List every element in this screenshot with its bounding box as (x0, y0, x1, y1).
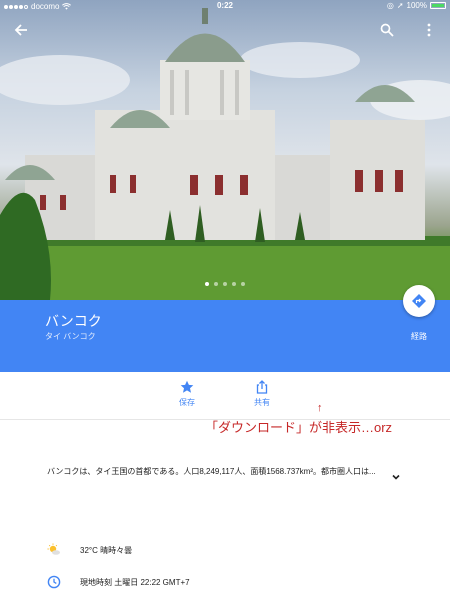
more-options-icon[interactable] (417, 18, 441, 42)
place-photo[interactable] (0, 0, 450, 300)
directions-icon (412, 294, 426, 308)
top-toolbar (0, 14, 450, 48)
place-subtitle: タイ バンコク (45, 332, 96, 341)
local-time-row: 現地時刻 土曜日 22:22 GMT+7 (0, 573, 450, 593)
annotation-text: 「ダウンロード」が非表示…orz (205, 420, 393, 435)
chevron-down-icon[interactable] (390, 470, 402, 482)
partly-sunny-icon (47, 543, 60, 555)
location-arrow-icon: ➚ (396, 1, 404, 10)
pager-dot[interactable] (205, 282, 209, 286)
status-bar: docomo 0:22 ◎ ➚ 100% (0, 0, 450, 13)
pager-dot[interactable] (232, 282, 236, 286)
place-title: バンコク (45, 313, 102, 329)
pager-dot[interactable] (241, 282, 245, 286)
battery-percent: 100% (406, 1, 427, 10)
pager-dot[interactable] (214, 282, 218, 286)
share-icon (256, 380, 268, 394)
orientation-lock-icon: ◎ (386, 1, 394, 10)
battery-icon (430, 2, 446, 9)
save-button[interactable]: 保存 (157, 380, 217, 408)
action-bar: 保存 共有 (0, 372, 450, 420)
place-description[interactable]: バンコクは、タイ王国の首都である。人口8,249,117人、面積1568.737… (47, 466, 387, 477)
share-button[interactable]: 共有 (232, 380, 292, 408)
place-header: バンコク タイ バンコク 経路 (0, 300, 450, 372)
search-icon[interactable] (375, 18, 399, 42)
back-arrow-icon[interactable] (9, 18, 33, 42)
status-right: ◎ ➚ 100% (387, 1, 446, 10)
weather-text: 32°C 晴時々曇 (80, 546, 133, 555)
pager-dot[interactable] (223, 282, 227, 286)
route-label[interactable]: 経路 (400, 331, 438, 342)
clock-icon (47, 575, 61, 589)
share-label: 共有 (254, 398, 270, 407)
save-label: 保存 (179, 398, 195, 407)
status-time: 0:22 (216, 1, 233, 10)
weather-row: 32°C 晴時々曇 (0, 541, 450, 561)
local-time-text: 現地時刻 土曜日 22:22 GMT+7 (80, 578, 190, 587)
star-icon (180, 380, 194, 393)
annotation-arrow: ↑ (317, 402, 323, 414)
photo-pager (0, 282, 450, 286)
directions-button[interactable] (403, 285, 435, 317)
